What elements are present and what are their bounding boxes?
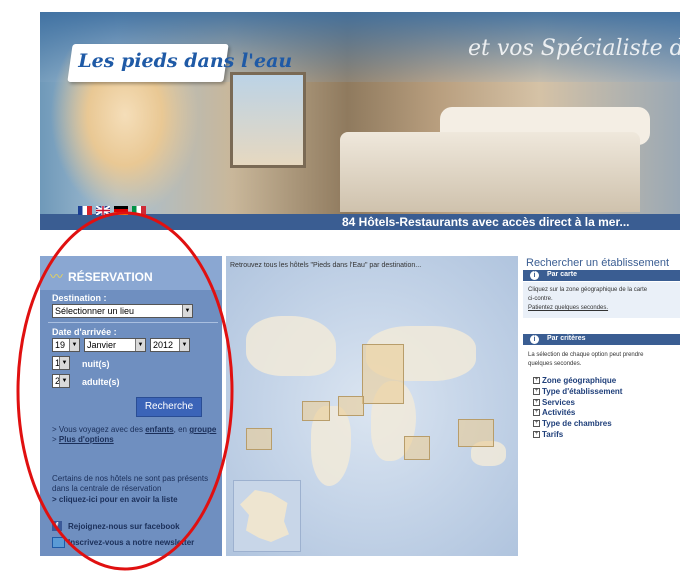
criteria-tarifs-label: Tarifs bbox=[542, 430, 564, 439]
info-icon: i bbox=[530, 335, 539, 344]
criteria-chambres[interactable]: + Type de chambres bbox=[533, 419, 612, 428]
by-map-line-2: ci-contre. bbox=[528, 296, 553, 302]
header-banner: Les pieds dans l'eau et vos Spécialiste … bbox=[40, 12, 680, 230]
pacific-highlight[interactable] bbox=[246, 428, 272, 450]
banner-window-photo bbox=[230, 72, 306, 168]
by-map-label: Par carte bbox=[547, 271, 577, 278]
by-map-line-1: Cliquez sur la zone géographique de la c… bbox=[528, 287, 648, 293]
criteria-zone[interactable]: + Zone géographique bbox=[533, 376, 616, 385]
asia-pacific-highlight[interactable] bbox=[458, 419, 494, 447]
criteria-activites-label: Activités bbox=[542, 408, 576, 417]
expand-icon: + bbox=[533, 409, 540, 417]
north-america-region[interactable] bbox=[246, 316, 336, 376]
europe-highlight[interactable] bbox=[362, 344, 404, 404]
banner-bed-photo bbox=[340, 132, 640, 212]
criteria-tarifs[interactable]: + Tarifs bbox=[533, 430, 563, 439]
criteria-activites[interactable]: + Activités bbox=[533, 408, 575, 417]
caribbean-highlight[interactable] bbox=[302, 401, 330, 421]
by-criteria-label: Par critères bbox=[547, 335, 586, 342]
site-logo[interactable]: Les pieds dans l'eau bbox=[67, 44, 292, 82]
expand-icon: + bbox=[533, 420, 540, 428]
red-oval-annotation bbox=[16, 211, 234, 571]
info-icon: i bbox=[530, 271, 539, 280]
criteria-services-label: Services bbox=[542, 398, 575, 407]
criteria-zone-label: Zone géographique bbox=[542, 376, 617, 385]
expand-icon: + bbox=[533, 399, 540, 407]
by-map-header: i Par carte bbox=[523, 270, 680, 281]
criteria-type-etablissement-label: Type d'établissement bbox=[542, 387, 623, 396]
by-criteria-line-1: La sélection de chaque option peut prend… bbox=[528, 352, 644, 358]
banner-tagline: et vos Spécialiste des Hôtels. bbox=[468, 36, 680, 61]
by-criteria-header: i Par critères bbox=[523, 334, 680, 345]
by-criteria-line-2: quelques secondes. bbox=[528, 361, 582, 367]
expand-icon: + bbox=[533, 431, 540, 439]
logo-text: Les pieds dans l'eau bbox=[78, 50, 293, 72]
criteria-type-etablissement[interactable]: + Type d'établissement bbox=[533, 387, 622, 396]
expand-icon: + bbox=[533, 388, 540, 396]
by-map-wait-text: Patientez quelques secondes. bbox=[528, 305, 609, 311]
expand-icon: + bbox=[533, 377, 540, 385]
atlantic-highlight[interactable] bbox=[338, 396, 364, 416]
criteria-chambres-label: Type de chambres bbox=[542, 419, 612, 428]
banner-bar-text: 84 Hôtels-Restaurants avec accès direct … bbox=[342, 215, 630, 229]
search-panel-title: Rechercher un établissement bbox=[526, 257, 670, 269]
criteria-services[interactable]: + Services bbox=[533, 398, 575, 407]
map-intro-text: Retrouvez tous les hôtels "Pieds dans l'… bbox=[230, 262, 422, 269]
indian-ocean-highlight[interactable] bbox=[404, 436, 430, 460]
